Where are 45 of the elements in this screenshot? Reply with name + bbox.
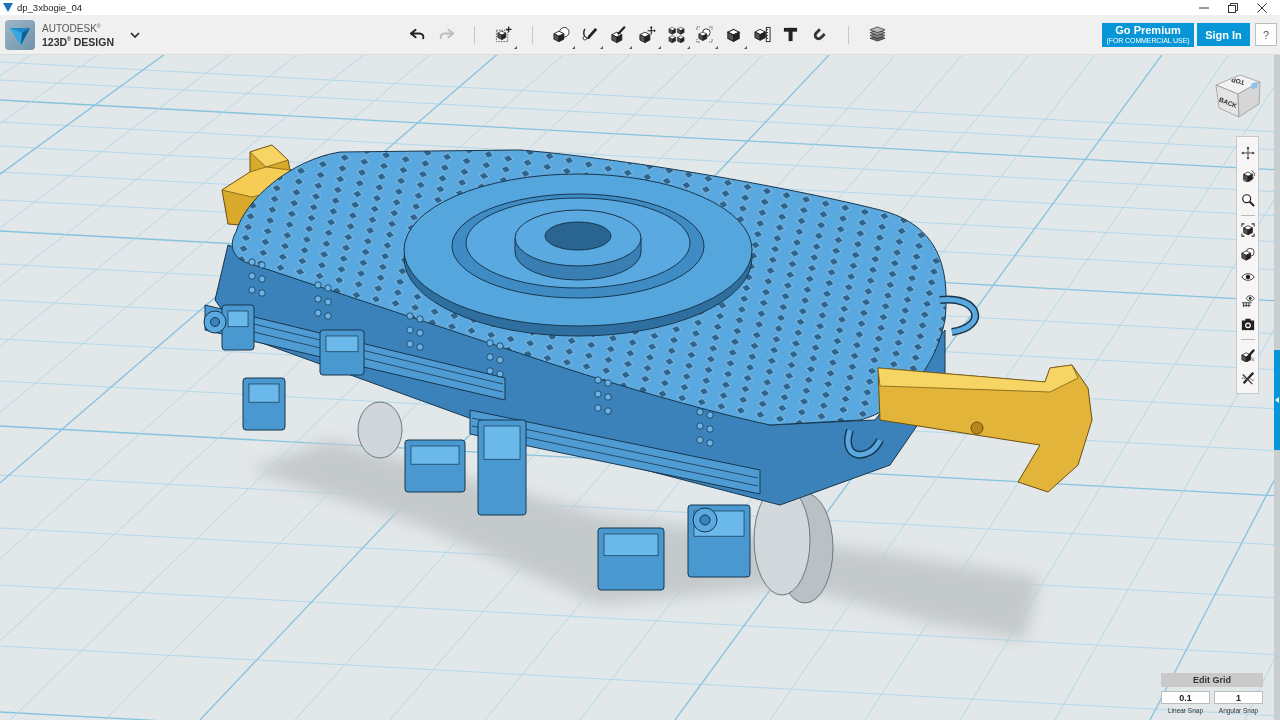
cube-grid-icon xyxy=(667,26,685,43)
product-name: 123D$^{®}$ DESIGN xyxy=(42,34,115,48)
cube-arrows-icon xyxy=(638,26,656,43)
company-name: AUTODESK$^{®}$ xyxy=(42,22,102,35)
cube-frame-icon[interactable] xyxy=(1240,223,1255,238)
caret-icon xyxy=(571,46,575,49)
close-icon xyxy=(1256,2,1267,13)
magnet-icon xyxy=(811,26,829,43)
caret-icon xyxy=(715,46,719,49)
caret-left-icon xyxy=(1275,397,1279,403)
restore-icon xyxy=(1227,2,1238,13)
app-icon xyxy=(3,3,13,12)
move-arrows-icon[interactable] xyxy=(1240,145,1255,160)
caret-icon xyxy=(743,46,747,49)
caret-icon xyxy=(629,46,633,49)
caret-icon xyxy=(600,46,604,49)
orbit-icon[interactable] xyxy=(1240,169,1255,184)
chevron-down-icon xyxy=(130,31,140,38)
pencil-cross-icon[interactable] xyxy=(1240,371,1255,386)
cube-sphere-icon[interactable] xyxy=(1240,246,1255,261)
caret-icon xyxy=(657,46,661,49)
cube-brush-icon xyxy=(610,26,628,43)
snap-input-field[interactable]: 0.1 xyxy=(1161,691,1210,704)
help-button[interactable]: ? xyxy=(1255,23,1277,46)
cube-plus-icon xyxy=(495,26,513,43)
camera-icon[interactable] xyxy=(1240,317,1255,332)
cube-sphere-icon xyxy=(552,26,570,43)
caret-icon xyxy=(514,46,518,49)
eye-grid-icon[interactable] xyxy=(1240,293,1255,308)
view-cube[interactable] xyxy=(1215,74,1261,118)
caret-icon xyxy=(686,46,690,49)
panel-toggle-handle[interactable] xyxy=(1274,350,1280,450)
pencil-curve-icon xyxy=(581,26,599,43)
cube-frame-icon xyxy=(696,26,714,43)
app-menu-button[interactable] xyxy=(128,29,142,40)
snap-input-field[interactable]: 1 xyxy=(1214,691,1263,704)
edit-grid-button[interactable]: Edit Grid xyxy=(1161,673,1263,687)
magnifier-icon[interactable] xyxy=(1240,192,1255,207)
window-title: dp_3xbogie_04 xyxy=(17,1,82,14)
triangle-logo-icon xyxy=(5,19,35,50)
cube-icon xyxy=(725,26,743,43)
cube-pencil-icon[interactable] xyxy=(1240,347,1255,362)
text-tool-icon xyxy=(782,26,800,43)
layers-icon xyxy=(868,26,886,43)
cube-ruler-icon xyxy=(753,26,771,43)
